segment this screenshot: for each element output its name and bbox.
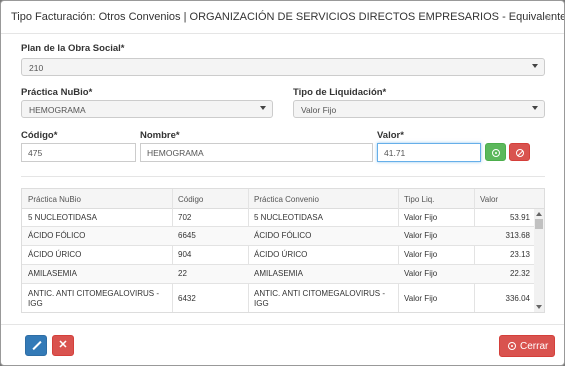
tipo-liquidacion-select-value: Valor Fijo — [301, 105, 337, 115]
times-icon: ✕ — [58, 339, 68, 351]
plus-circle-icon — [492, 149, 500, 157]
table-header: Práctica NuBio Código Práctica Convenio … — [22, 189, 544, 209]
cell-practica-convenio: ANTIC. ANTI CITOMEGALOVIRUS - IGG — [254, 289, 385, 308]
column-header-tipo-liq[interactable]: Tipo Liq. — [404, 195, 434, 204]
cell-practica-nubio: ÁCIDO ÚRICO — [28, 250, 82, 259]
column-header-practica-nubio[interactable]: Práctica NuBio — [28, 195, 81, 204]
cell-valor: 336.04 — [505, 294, 530, 303]
cell-valor: 23.13 — [509, 250, 530, 259]
delete-button[interactable]: ✕ — [52, 335, 74, 356]
cell-tipo-liq: Valor Fijo — [404, 231, 438, 240]
close-icon[interactable]: × — [545, 9, 553, 25]
modal-title: Tipo Facturación: Otros Convenios | ORGA… — [11, 11, 565, 23]
column-header-valor[interactable]: Valor — [480, 195, 498, 204]
cell-practica-convenio: 5 NUCLEOTIDASA — [254, 213, 323, 222]
nombre-input[interactable]: HEMOGRAMA — [140, 143, 373, 162]
times-circle-icon — [508, 342, 516, 350]
codigo-label: Código* — [21, 130, 58, 141]
edit-button[interactable] — [25, 335, 47, 356]
tipo-liquidacion-select[interactable]: Valor Fijo — [293, 100, 545, 118]
cell-practica-nubio: AMILASEMIA — [28, 269, 77, 278]
modal-dialog: Tipo Facturación: Otros Convenios | ORGA… — [0, 0, 565, 366]
practica-select-value: HEMOGRAMA — [29, 105, 86, 115]
practica-label: Práctica NuBio* — [21, 87, 93, 98]
close-button-label: Cerrar — [520, 341, 549, 352]
cell-valor: 313.68 — [505, 231, 530, 240]
cell-practica-convenio: AMILASEMIA — [254, 269, 303, 278]
add-button[interactable] — [485, 143, 506, 161]
ban-icon — [516, 149, 524, 157]
equivalents-table: Práctica NuBio Código Práctica Convenio … — [21, 188, 545, 313]
practica-select[interactable]: HEMOGRAMA — [21, 100, 273, 118]
tipo-liquidacion-label: Tipo de Liquidación* — [293, 87, 387, 98]
table-row[interactable]: 5 NUCLEOTIDASA 702 5 NUCLEOTIDASA Valor … — [22, 209, 534, 227]
cell-tipo-liq: Valor Fijo — [404, 294, 438, 303]
cell-valor: 22.32 — [509, 269, 530, 278]
column-header-practica-convenio[interactable]: Práctica Convenio — [254, 195, 319, 204]
table-row[interactable]: AMILASEMIA 22 AMILASEMIA Valor Fijo 22.3… — [22, 265, 534, 284]
cell-tipo-liq: Valor Fijo — [404, 213, 438, 222]
scroll-down-icon[interactable] — [536, 305, 542, 309]
plan-select-value: 210 — [29, 63, 44, 73]
modal-header: Tipo Facturación: Otros Convenios | ORGA… — [1, 1, 564, 34]
scrollbar-thumb[interactable] — [535, 219, 543, 229]
chevron-down-icon — [532, 106, 538, 110]
cell-practica-nubio: ÁCIDO FÓLICO — [28, 231, 86, 240]
scroll-up-icon[interactable] — [536, 212, 542, 216]
cell-codigo: 702 — [178, 213, 192, 222]
column-header-codigo[interactable]: Código — [178, 195, 203, 204]
table-row[interactable]: ÁCIDO ÚRICO 904 ÁCIDO ÚRICO Valor Fijo 2… — [22, 246, 534, 265]
plan-label: Plan de la Obra Social* — [21, 43, 125, 54]
cell-valor: 53.91 — [509, 213, 530, 222]
divider — [21, 176, 545, 177]
plan-select[interactable]: 210 — [21, 58, 545, 76]
cell-practica-convenio: ÁCIDO ÚRICO — [254, 250, 308, 259]
table-row[interactable]: ANTIC. ANTI CITOMEGALOVIRUS - IGG 6432 A… — [22, 284, 534, 312]
chevron-down-icon — [532, 64, 538, 68]
cell-practica-nubio: 5 NUCLEOTIDASA — [28, 213, 97, 222]
chevron-down-icon — [260, 106, 266, 110]
cell-codigo: 22 — [178, 269, 187, 278]
codigo-input[interactable]: 475 — [21, 143, 136, 162]
cell-tipo-liq: Valor Fijo — [404, 250, 438, 259]
cell-tipo-liq: Valor Fijo — [404, 269, 438, 278]
nombre-label: Nombre* — [140, 130, 180, 141]
valor-label: Valor* — [377, 130, 404, 141]
cell-codigo: 6432 — [178, 294, 196, 303]
cell-codigo: 904 — [178, 250, 192, 259]
cell-practica-convenio: ÁCIDO FÓLICO — [254, 231, 312, 240]
table-row[interactable]: ÁCIDO FÓLICO 6645 ÁCIDO FÓLICO Valor Fij… — [22, 227, 534, 246]
close-button[interactable]: Cerrar — [499, 335, 555, 357]
cell-codigo: 6645 — [178, 231, 196, 240]
cancel-button[interactable] — [509, 143, 530, 161]
modal-footer — [1, 324, 564, 365]
table-scrollbar[interactable] — [534, 209, 544, 312]
pencil-icon — [31, 340, 42, 351]
cell-practica-nubio: ANTIC. ANTI CITOMEGALOVIRUS - IGG — [28, 289, 159, 308]
valor-input[interactable]: 41.71 — [377, 143, 481, 162]
